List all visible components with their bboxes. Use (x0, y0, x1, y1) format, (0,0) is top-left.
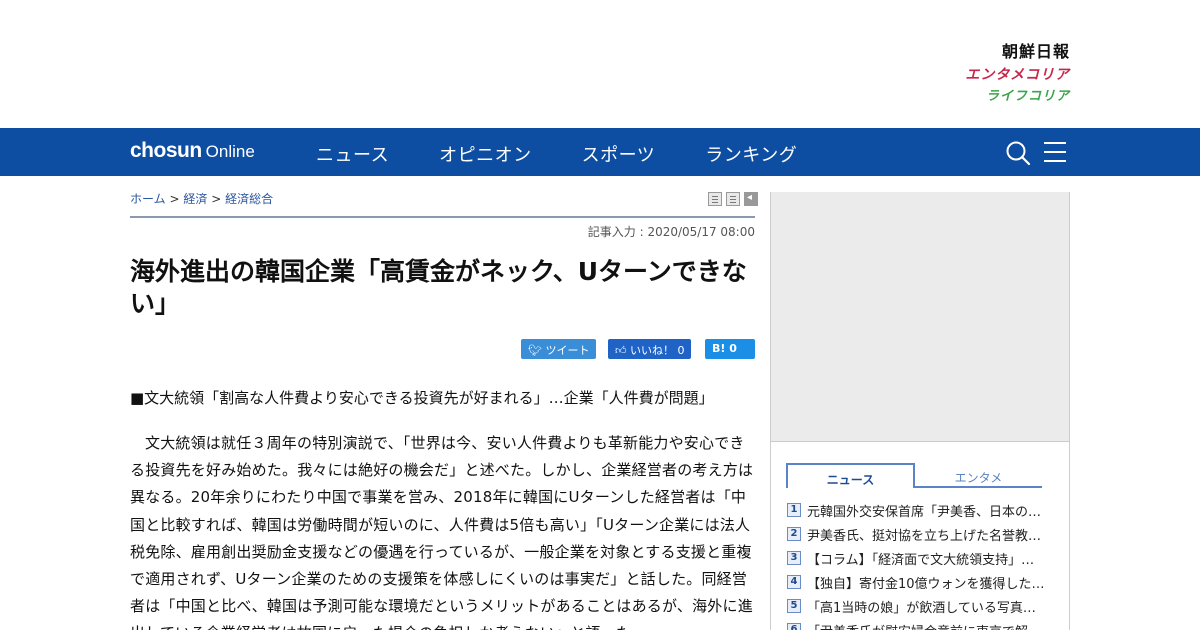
ad-placeholder (771, 192, 1069, 442)
site-header: 朝鮮日報 エンタメコリア ライフコリア (0, 0, 1200, 128)
rank-title[interactable]: 【独自】寄付金10億ウォンを獲得した… (807, 573, 1045, 592)
ranking-item[interactable]: 4 【独自】寄付金10億ウォンを獲得した… (787, 570, 1057, 594)
twitter-icon: 🐦︎ (528, 344, 546, 357)
rank-number: 2 (787, 527, 801, 541)
nav-item-sports[interactable]: スポーツ (582, 141, 656, 167)
hamburger-menu-icon[interactable] (1043, 141, 1067, 163)
life-korea-logo[interactable]: ライフコリア (965, 90, 1070, 103)
rank-title[interactable]: 元韓国外交安保首席「尹美香、日本の慰安婦合意を… (807, 501, 1045, 520)
breadcrumb-home[interactable]: ホーム (130, 192, 166, 206)
breadcrumb: ホーム > 経済 > 経済総合 (130, 190, 273, 207)
hatena-bookmark-button[interactable]: B! 0 (705, 339, 755, 359)
ranking-item[interactable]: 6 「尹美香氏が慰安婦合意前に東京で解… (787, 618, 1057, 630)
rank-title[interactable]: 【コラム】「経済面で文大統領支持」… (807, 549, 1045, 568)
breadcrumb-economy-general[interactable]: 経済総合 (225, 192, 273, 206)
article-tools (704, 192, 758, 206)
text-size-icon[interactable] (726, 192, 740, 206)
like-label: いいね！ 0 (630, 344, 685, 357)
breadcrumb-economy[interactable]: 経済 (183, 192, 207, 206)
article-subhead: ■文大統領「割高な人件費より安心できる投資先が好まれる」…企業「人件費が問題」 (130, 389, 714, 407)
rank-number: 4 (787, 575, 801, 589)
nav-item-ranking[interactable]: ランキング (705, 141, 797, 167)
article-headline: 海外進出の韓国企業「高賃金がネック、Uターンできない」 (130, 257, 747, 318)
facebook-like-button[interactable]: 👍︎ いいね！ 0 (608, 339, 691, 359)
entame-korea-logo[interactable]: エンタメコリア (965, 68, 1070, 82)
rank-title[interactable]: 「尹美香氏が慰安婦合意前に東京で解… (807, 621, 1045, 630)
ranking-item[interactable]: 1 元韓国外交安保首席「尹美香、日本の慰安婦合意を… (787, 498, 1057, 522)
search-icon[interactable] (1005, 140, 1031, 166)
article-dateline: 記事入力 : 2020/05/17 08:00 (587, 225, 755, 239)
breadcrumb-sep: > (169, 192, 180, 206)
logo-light: Online (205, 142, 255, 161)
tweet-label: ツイート (545, 344, 590, 357)
rank-number: 3 (787, 551, 801, 565)
ranking-list: 1 元韓国外交安保首席「尹美香、日本の慰安婦合意を… 2 尹美香氏、挺対協を立ち上げ… (787, 498, 1057, 630)
chosun-ilbo-logo[interactable]: 朝鮮日報 (965, 44, 1070, 60)
print-icon[interactable] (708, 192, 722, 206)
nav-item-opinion[interactable]: オピニオン (439, 141, 532, 167)
tweet-button[interactable]: 🐦︎ ツイート (521, 339, 596, 359)
tab-news[interactable]: ニュース (786, 463, 915, 488)
ranking-item[interactable]: 5 「高1当時の娘」が飲酒している写真… (787, 594, 1057, 618)
thumbs-up-icon: 👍︎ (615, 344, 630, 357)
chosun-online-logo[interactable]: chosun Online (130, 139, 255, 163)
rank-number: 6 (787, 623, 801, 630)
divider (130, 216, 755, 218)
rank-title[interactable]: 尹美香氏、挺対協を立ち上げた名誉教授に… (807, 525, 1045, 544)
logo-bold: chosun (130, 139, 202, 162)
back-icon[interactable] (744, 192, 758, 206)
rank-number: 5 (787, 599, 801, 613)
ranking-item[interactable]: 2 尹美香氏、挺対協を立ち上げた名誉教授に… (787, 522, 1057, 546)
sidebar: ニュース エンタメ 1 元韓国外交安保首席「尹美香、日本の慰安婦合意を… 2 尹美香… (770, 192, 1070, 630)
share-buttons: 🐦︎ ツイート 👍︎ いいね！ 0 B! 0 (507, 339, 755, 359)
nav-items: ニュース オピニオン スポーツ ランキング (316, 141, 847, 167)
breadcrumb-sep: > (211, 192, 222, 206)
rank-title[interactable]: 「高1当時の娘」が飲酒している写真… (807, 597, 1045, 616)
ranking-item[interactable]: 3 【コラム】「経済面で文大統領支持」… (787, 546, 1057, 570)
article-body: 文大統領は就任３周年の特別演説で、「世界は今、安い人件費よりも革新能力や安心でき… (130, 434, 754, 630)
nav-item-news[interactable]: ニュース (316, 141, 389, 167)
brand-logos: 朝鮮日報 エンタメコリア ライフコリア (965, 44, 1070, 104)
tab-entame[interactable]: エンタメ (915, 463, 1042, 488)
rank-number: 1 (787, 503, 801, 517)
ranking-tabs: ニュース エンタメ (786, 463, 1042, 488)
